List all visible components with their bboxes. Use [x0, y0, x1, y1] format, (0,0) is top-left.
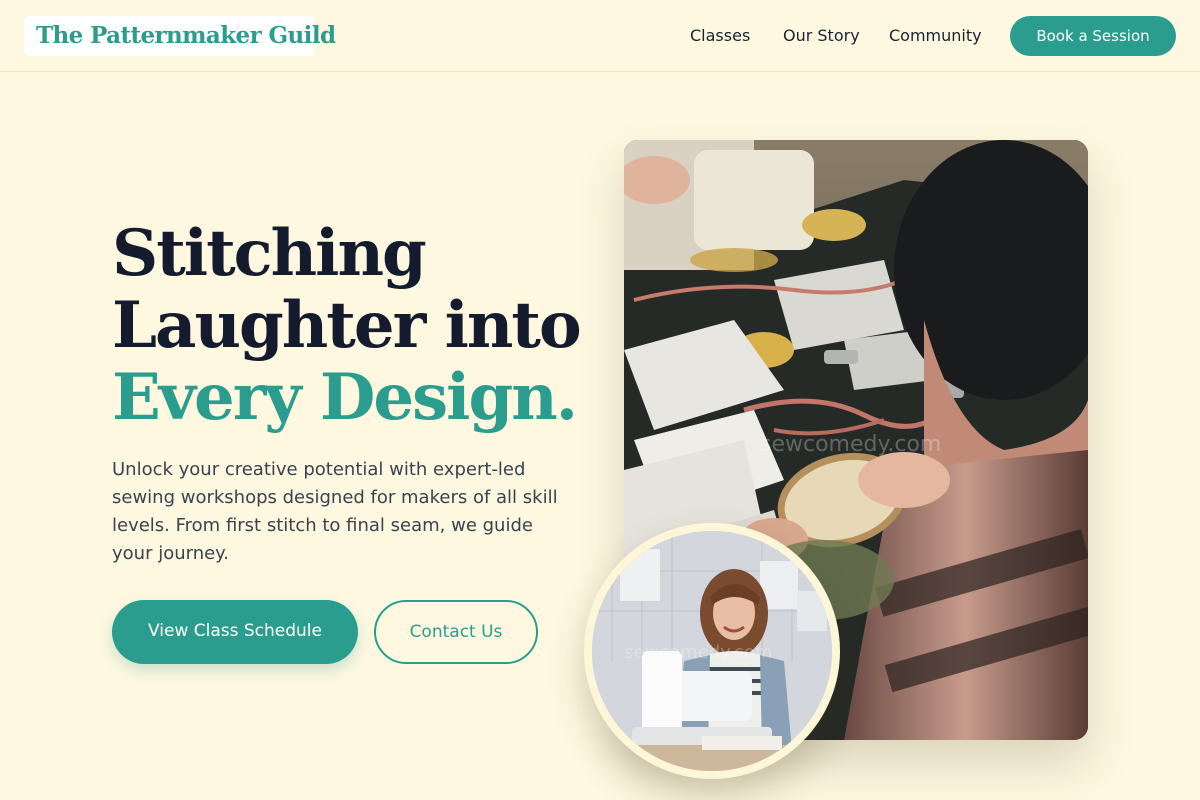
site-header: The Patternmaker Guild Classes Our Story…	[0, 0, 1200, 72]
hero-photo-watermark: sewcomedy.com	[760, 432, 941, 457]
hero-description: Unlock your creative potential with expe…	[112, 459, 558, 564]
headline-line-3-accent: Every Design.	[112, 360, 578, 435]
nav-link-community[interactable]: Community	[889, 26, 982, 46]
nav-link-our-story[interactable]: Our Story	[783, 26, 860, 46]
nav-link-classes[interactable]: Classes	[690, 26, 750, 46]
hero-headline: Stitching Laughter into Every Design.	[112, 216, 582, 435]
book-session-button[interactable]: Book a Session	[1010, 16, 1176, 56]
contact-us-button[interactable]: Contact Us	[374, 600, 538, 664]
inset-photo-illustration: sewcomedy.com	[592, 531, 832, 771]
headline-line-2: Laughter into	[112, 288, 582, 363]
inset-photo-watermark: sewcomedy.com	[624, 642, 772, 663]
headline-line-1: Stitching	[112, 216, 427, 291]
site-logo[interactable]: The Patternmaker Guild	[24, 16, 336, 56]
hero-inset-photo: sewcomedy.com	[584, 523, 840, 779]
view-class-schedule-button[interactable]: View Class Schedule	[112, 600, 358, 664]
